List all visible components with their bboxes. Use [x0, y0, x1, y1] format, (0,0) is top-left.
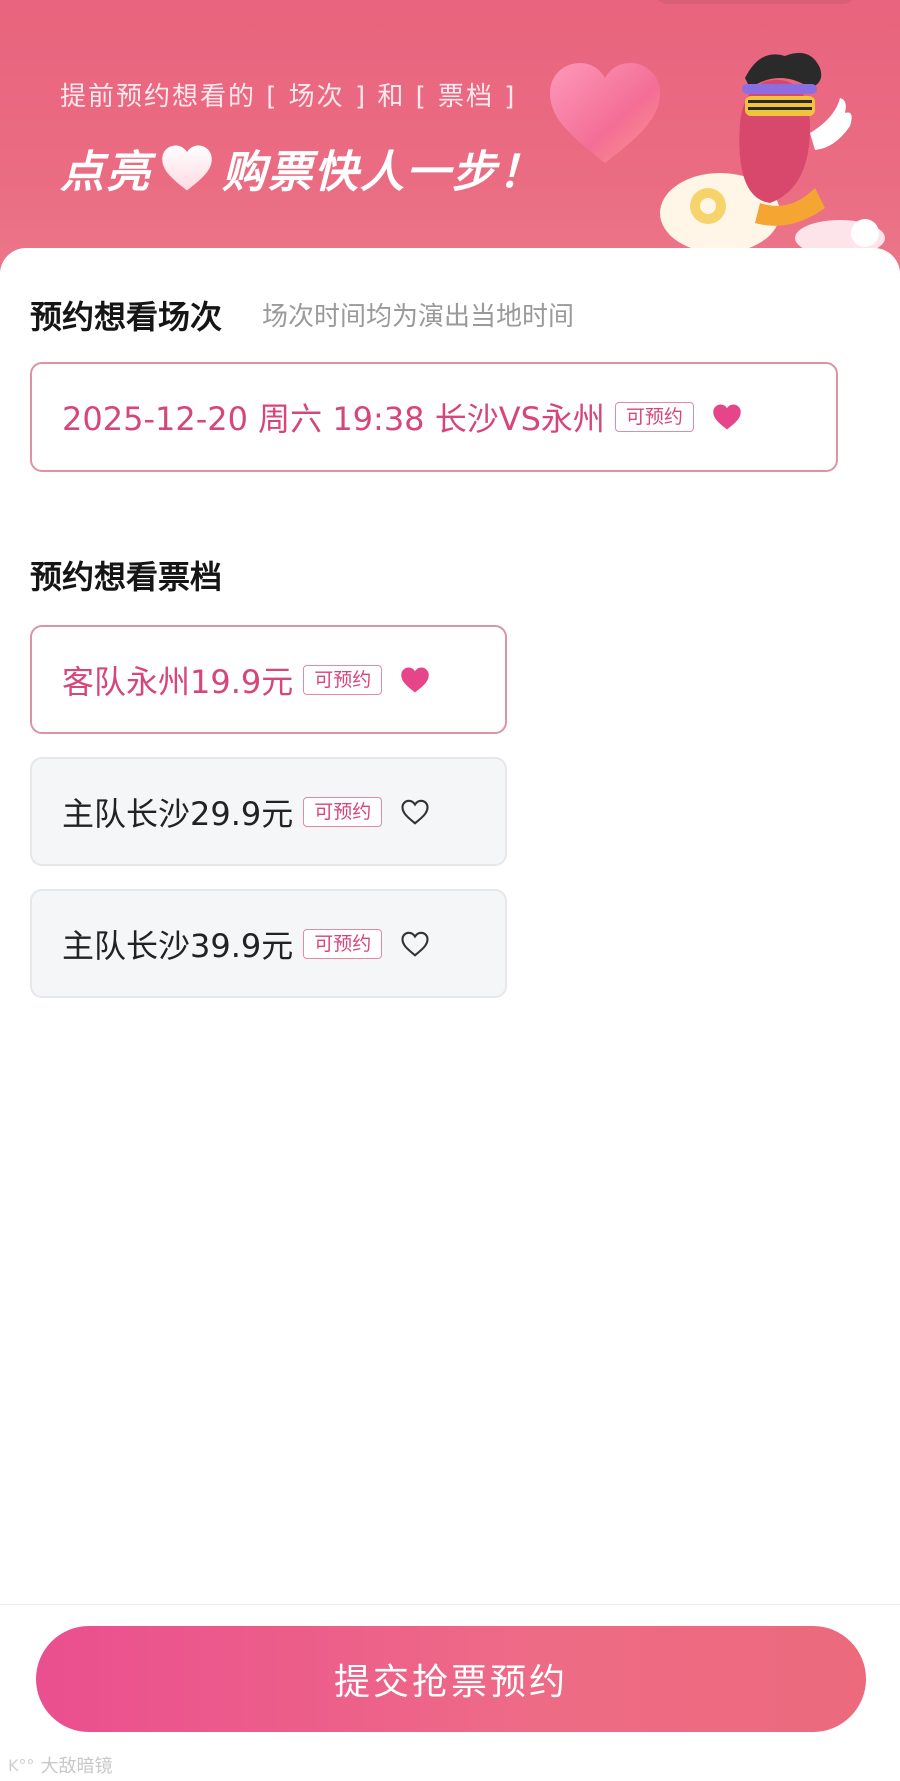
ticket-option-label: 主队长沙29.9元	[62, 794, 294, 833]
ticket-option[interactable]: 主队长沙39.9元 可预约	[30, 889, 507, 998]
ticket-option-label: 主队长沙39.9元	[62, 926, 294, 965]
watermark-text: 大敌暗镜	[40, 1756, 113, 1777]
banner-subtitle: 提前预约想看的 [ 场次 ] 和 [ 票档 ]	[60, 82, 517, 112]
reservation-sheet	[0, 248, 900, 1781]
available-badge: 可预约	[614, 402, 694, 432]
session-option-label: 2025-12-20 周六 19:38 长沙VS永州	[62, 400, 605, 438]
mascot-illustration	[660, 52, 885, 256]
heart-outline-icon	[400, 798, 430, 826]
ticket-option[interactable]: 主队长沙29.9元 可预约	[30, 757, 507, 866]
ticket-section-title: 预约想看票档	[30, 558, 223, 596]
available-badge: 可预约	[303, 796, 383, 827]
banner-handle	[655, 0, 855, 4]
decorative-heart-icon	[550, 63, 660, 163]
ticket-option[interactable]: 客队永州19.9元 可预约	[30, 625, 507, 734]
session-option[interactable]: 2025-12-20 周六 19:38 长沙VS永州 可预约	[30, 362, 838, 472]
banner-title-part2: 购票快人一步！	[222, 147, 544, 198]
banner-title: 点亮 购票快人一步！	[60, 140, 544, 198]
heart-outline-icon	[400, 930, 430, 958]
heart-filled-icon	[400, 666, 430, 694]
watermark: K°° 大敌暗镜	[8, 1752, 113, 1778]
banner-title-part1: 点亮	[60, 147, 152, 198]
watermark-logo: K°°	[8, 1755, 35, 1775]
heart-icon	[160, 143, 214, 193]
heart-filled-icon	[712, 403, 742, 431]
session-section-title: 预约想看场次	[30, 298, 223, 336]
session-section-hint: 场次时间均为演出当地时间	[262, 302, 575, 332]
available-badge: 可预约	[303, 928, 383, 959]
available-badge: 可预约	[303, 664, 383, 695]
ticket-option-label: 客队永州19.9元	[62, 662, 294, 701]
footer-divider	[0, 1604, 900, 1605]
submit-reservation-button[interactable]: 提交抢票预约	[36, 1626, 866, 1732]
